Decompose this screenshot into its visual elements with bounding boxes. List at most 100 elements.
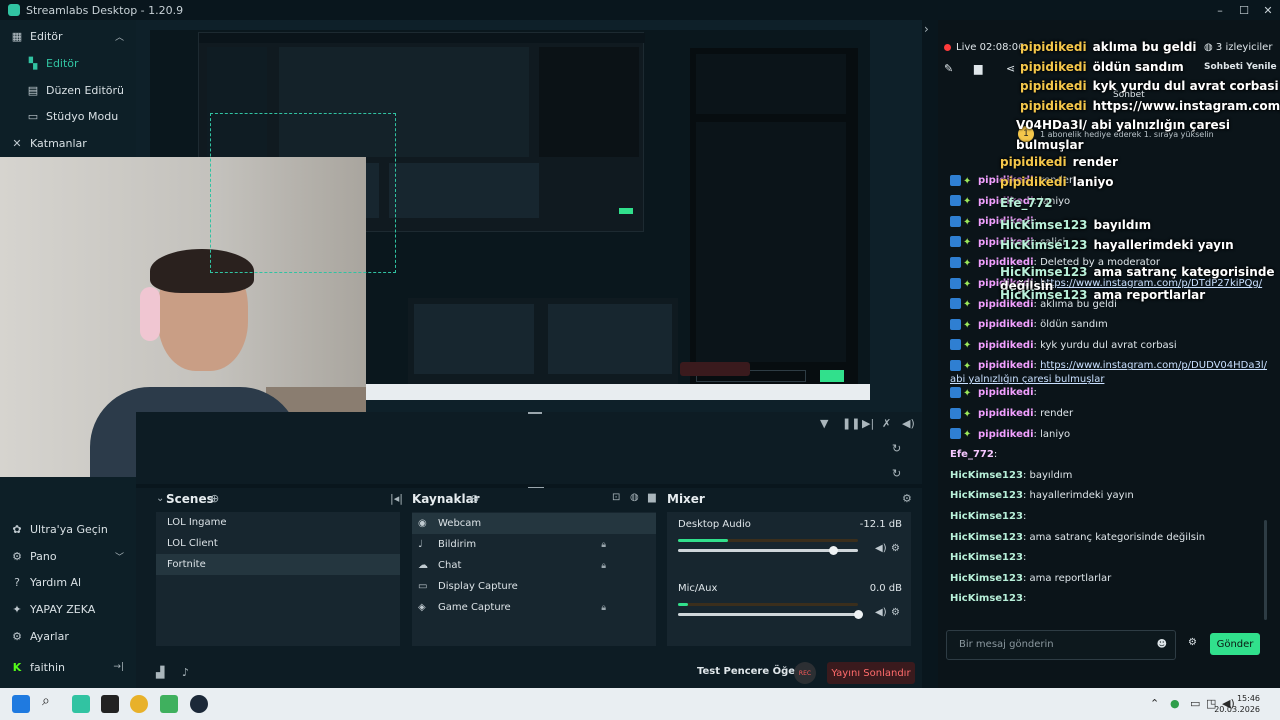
nav-layout-editor[interactable]: ▤ Düzen Editörü bbox=[0, 78, 136, 102]
chat-username[interactable]: HicKimse123 bbox=[950, 490, 1023, 501]
search-icon[interactable]: ⌕ bbox=[42, 693, 60, 711]
add-scene-icon[interactable]: ⊕ bbox=[210, 492, 219, 505]
logout-icon[interactable]: →| bbox=[113, 662, 124, 672]
chevron-up-icon[interactable]: ︿ bbox=[115, 30, 124, 43]
volume-slider-knob[interactable] bbox=[854, 610, 863, 619]
chat-input-placeholder: Bir mesaj gönderin bbox=[959, 639, 1054, 650]
collapse-chat-icon[interactable]: › bbox=[924, 22, 929, 36]
footer-bar: ▟ ♪ Test Pencere Öğeleri REC Yayını Sonl… bbox=[136, 658, 922, 688]
chat-username[interactable]: pipidikedi bbox=[978, 387, 1034, 398]
gear-icon[interactable]: ⚙ bbox=[891, 607, 900, 618]
chat-username[interactable]: HicKimse123 bbox=[950, 573, 1023, 584]
pause-icon[interactable]: ❚❚ bbox=[842, 417, 860, 430]
source-item-bildirim[interactable]: ♩ Bildirim 🔒︎ bbox=[412, 534, 656, 555]
nav-studio-mode[interactable]: ▭ Stüdyo Modu bbox=[0, 104, 136, 128]
lock-icon[interactable]: 🔒︎ bbox=[601, 540, 606, 550]
notification-bell-icon[interactable]: ♪ bbox=[182, 666, 189, 679]
filter-icon[interactable]: ▼ bbox=[820, 417, 828, 430]
stats-icon[interactable]: ▟ bbox=[156, 666, 164, 679]
scene-item[interactable]: LOL Ingame bbox=[156, 512, 400, 533]
send-button[interactable]: Gönder bbox=[1210, 633, 1260, 655]
mic-icon[interactable]: ● bbox=[1170, 697, 1180, 710]
lock-icon[interactable]: 🔒︎ bbox=[601, 561, 606, 571]
chat-scrollbar[interactable] bbox=[1264, 520, 1267, 620]
chat-input[interactable]: Bir mesaj gönderin ☻ bbox=[946, 630, 1176, 660]
speaker-icon[interactable]: ◀) bbox=[875, 607, 887, 618]
chat-settings-icon[interactable]: ⚙ bbox=[1188, 637, 1197, 648]
collapse-icon[interactable]: |◂| bbox=[390, 492, 403, 505]
drag-handle[interactable] bbox=[528, 412, 542, 414]
nav-editor-group[interactable]: ▦ Editör ︿ bbox=[0, 24, 136, 48]
chat-username[interactable]: HicKimse123 bbox=[950, 532, 1023, 543]
end-stream-button[interactable]: Yayını Sonlandır bbox=[827, 662, 915, 684]
nav-settings[interactable]: ⚙ Ayarlar bbox=[0, 624, 136, 648]
streamlabs-taskbar-icon[interactable] bbox=[72, 695, 90, 713]
chat-username[interactable]: HicKimse123 bbox=[950, 470, 1023, 481]
windows-start-icon[interactable] bbox=[12, 695, 30, 713]
nav-ultra-label: Ultra'ya Geçin bbox=[30, 522, 108, 536]
chat-username[interactable]: HicKimse123 bbox=[950, 552, 1023, 563]
chat-username[interactable]: pipidikedi bbox=[978, 340, 1034, 351]
mute-alerts-icon[interactable]: ✗ bbox=[882, 417, 891, 430]
chat-username[interactable]: pipidikedi bbox=[978, 360, 1034, 371]
emoji-icon[interactable]: ☻ bbox=[1157, 639, 1167, 650]
add-source-icon[interactable]: ⊕ bbox=[470, 492, 479, 505]
chat-username[interactable]: pipidikedi bbox=[978, 319, 1034, 330]
chat-username[interactable]: pipidikedi bbox=[978, 429, 1034, 440]
sub-badge-icon: ✦ bbox=[963, 429, 972, 441]
scene-item-selected[interactable]: Fortnite bbox=[156, 554, 400, 575]
chat-username[interactable]: Efe_772 bbox=[950, 449, 994, 460]
display-icon[interactable]: ▭ bbox=[1190, 697, 1200, 710]
ticket-icon[interactable]: ▆ bbox=[974, 62, 982, 75]
skip-icon[interactable]: ▶| bbox=[862, 417, 874, 430]
app-icon[interactable] bbox=[160, 695, 178, 713]
close-icon[interactable]: ✕ bbox=[1256, 0, 1280, 20]
speaker-icon[interactable]: ◀) bbox=[875, 543, 887, 554]
refresh-icon-2[interactable]: ↻ bbox=[892, 467, 901, 480]
scene-item[interactable]: LOL Client bbox=[156, 533, 400, 554]
lock-icon[interactable]: 🔒︎ bbox=[601, 603, 606, 613]
minimize-icon[interactable]: – bbox=[1208, 0, 1232, 20]
nav-editor[interactable]: ▚ Editör bbox=[0, 51, 136, 75]
chat-panel: Live 02:08:06 ✎ ▆ ⋖ ◍ 3 izleyiciler Sohb… bbox=[938, 20, 1280, 688]
tray-chevron-icon[interactable]: ⌃ bbox=[1150, 697, 1159, 710]
group-folder-icon[interactable]: ▆ bbox=[648, 492, 656, 503]
chrome-icon[interactable] bbox=[130, 695, 148, 713]
source-item-webcam[interactable]: ◉ Webcam bbox=[412, 513, 656, 534]
epic-games-icon[interactable] bbox=[101, 695, 119, 713]
share-icon[interactable]: ⋖ bbox=[1006, 62, 1015, 75]
overlay-message: Efe_772 bbox=[1000, 196, 1059, 210]
steam-icon[interactable] bbox=[190, 695, 208, 713]
nav-user[interactable]: K faithin →| bbox=[0, 655, 136, 679]
refresh-icon[interactable]: ↻ bbox=[892, 442, 901, 455]
chat-username[interactable]: pipidikedi bbox=[978, 408, 1034, 419]
chat-separator: : bbox=[993, 449, 998, 461]
chat-username[interactable]: HicKimse123 bbox=[950, 511, 1023, 522]
chevron-down-icon[interactable]: ⌄ bbox=[156, 493, 164, 504]
chat-username[interactable]: HicKimse123 bbox=[950, 593, 1023, 604]
rec-button[interactable]: REC bbox=[794, 662, 816, 684]
volume-slider-knob[interactable] bbox=[828, 546, 838, 555]
volume-slider-track[interactable] bbox=[678, 613, 858, 616]
nav-dashboard[interactable]: ⚙ Pano ﹀ bbox=[0, 544, 136, 568]
edit-icon[interactable]: ✎ bbox=[944, 62, 953, 75]
folder-icon[interactable]: ⊡ bbox=[612, 492, 620, 503]
selection-box[interactable] bbox=[210, 113, 396, 273]
nav-ultra[interactable]: ✿ Ultra'ya Geçin bbox=[0, 517, 136, 541]
nav-ai[interactable]: ✦ YAPAY ZEKA bbox=[0, 597, 136, 621]
chat-tab[interactable]: Sohbet bbox=[1113, 90, 1145, 100]
source-item-chat[interactable]: ☁ Chat 🔒︎ bbox=[412, 555, 656, 576]
nav-help[interactable]: ? Yardım Al bbox=[0, 570, 136, 594]
source-item-game[interactable]: ◈ Game Capture 🔒︎ bbox=[412, 597, 656, 618]
gear-icon[interactable]: ⚙ bbox=[891, 543, 900, 554]
nav-layers[interactable]: ✕ Katmanlar bbox=[0, 131, 136, 155]
source-item-display[interactable]: ▭ Display Capture bbox=[412, 576, 656, 597]
clock[interactable]: 15:46 20.03.2026 bbox=[1214, 693, 1260, 715]
sub-badge-icon: ✦ bbox=[963, 196, 972, 208]
refresh-chat-button[interactable]: Sohbeti Yenile bbox=[1204, 62, 1277, 72]
maximize-icon[interactable]: ☐ bbox=[1232, 0, 1256, 20]
chevron-down-icon[interactable]: ﹀ bbox=[115, 550, 124, 563]
volume-icon[interactable]: ◀) bbox=[902, 417, 915, 430]
audio-icon[interactable]: ◍ bbox=[630, 492, 639, 503]
mixer-settings-icon[interactable]: ⚙ bbox=[902, 492, 912, 505]
